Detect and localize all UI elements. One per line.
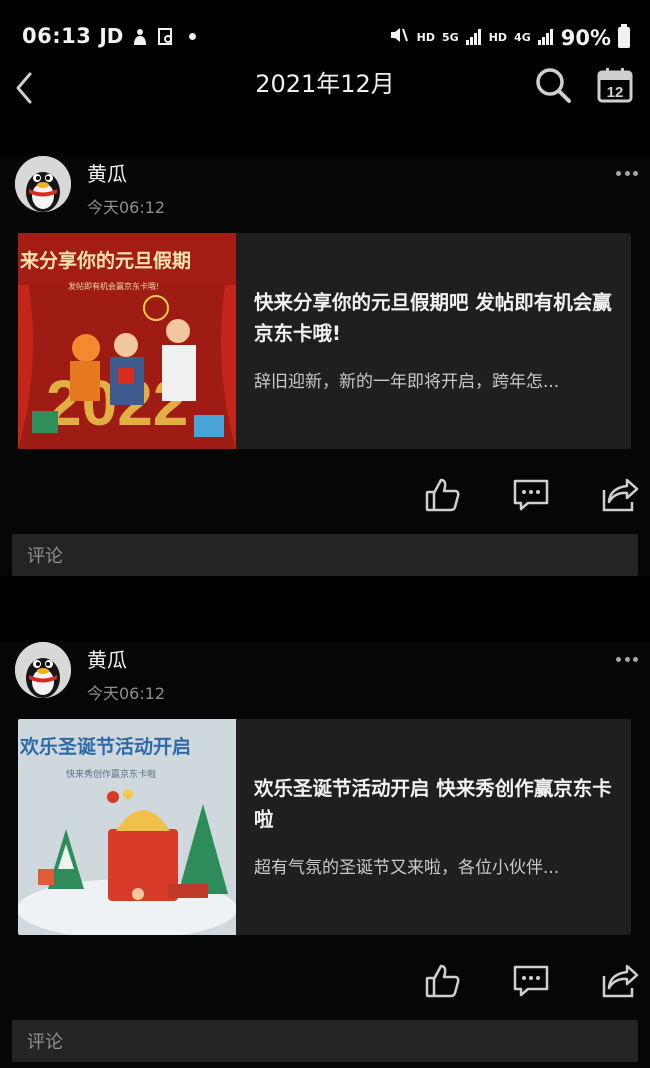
thumb-subheading: 发帖即有机会赢京东卡哦! [68,281,159,291]
avatar[interactable] [15,156,71,212]
christmas-poster-image: 欢乐圣诞节活动开启 快来秀创作赢京东卡啦 [18,719,236,935]
author-name[interactable]: 黄瓜 [87,158,127,187]
like-button[interactable] [424,476,462,514]
battery-icon [618,24,630,48]
more-dot-icon [616,170,621,176]
comment-bubble-icon [513,479,549,511]
thumb-heading: 来分享你的元旦假期 [20,249,191,272]
link-title: 欢乐圣诞节活动开启 快来秀创作赢京东卡啦 [254,777,612,831]
status-time: 06:13 [22,24,92,48]
author-name[interactable]: 黄瓜 [87,644,127,673]
link-thumbnail: 欢乐圣诞节活动开启 快来秀创作赢京东卡啦 [18,719,236,935]
avatar[interactable] [15,642,71,698]
feed-post: 黄瓜 今天06:12 欢乐圣诞节活动开启 快来秀创作赢京东卡啦 欢乐圣诞节活动开… [0,642,650,1068]
post-actions [0,476,650,516]
calendar-day-label: 12 [607,84,624,101]
share-icon [602,964,639,998]
comment-bubble-icon [513,965,549,997]
link-thumbnail: 来分享你的元旦假期 发帖即有机会赢京东卡哦! 2022 [18,233,236,449]
vibrate-mute-icon [388,24,410,51]
post-actions [0,962,650,1002]
top-app-bar: 2021年12月 12 [0,56,650,116]
calendar-button[interactable]: 12 [594,64,636,106]
new-year-poster-image: 来分享你的元旦假期 发帖即有机会赢京东卡哦! 2022 [18,233,236,449]
qq-penguin-icon [15,156,71,212]
feed-post: 黄瓜 今天06:12 来分享你的元旦假期 发帖即有机会赢京东卡哦! 2022 [0,156,650,576]
status-bar: 06:13 JD HD 5G HD 4G 90% [0,0,650,56]
search-button[interactable] [532,64,574,106]
post-author-row: 黄瓜 今天06:12 [0,156,650,226]
comment-placeholder: 评论 [27,1032,63,1053]
comment-placeholder: 评论 [27,546,63,567]
link-description: 超有气氛的圣诞节又来啦，各位小伙伴... [254,858,560,878]
more-options-button[interactable] [616,654,638,664]
link-title: 快来分享你的元旦假期吧 发帖即有机会赢京东卡哦! [254,291,612,345]
thumb-subheading: 快来秀创作赢京东卡啦 [66,768,156,780]
notification-dot-icon [189,32,197,40]
comment-button[interactable] [512,962,550,1000]
share-button[interactable] [601,476,639,514]
more-dot-icon [624,170,630,176]
comment-input[interactable]: 评论 [12,534,638,576]
link-description: 辞旧迎新，新的一年即将开启，跨年怎... [254,372,560,392]
thumbs-up-icon [425,478,460,512]
comment-input[interactable]: 评论 [12,1020,638,1062]
link-preview-card[interactable]: 欢乐圣诞节活动开启 快来秀创作赢京东卡啦 欢乐圣诞节活动开启 快来秀创作赢京东卡… [18,719,631,935]
more-dot-icon [633,170,638,176]
link-preview-card[interactable]: 来分享你的元旦假期 发帖即有机会赢京东卡哦! 2022 快来分享你的元旦假期吧 … [18,233,631,449]
signal-5g-icon [465,26,482,50]
post-time: 今天06:12 [87,684,166,703]
share-button[interactable] [601,962,639,1000]
more-dot-icon [616,656,621,662]
comment-button[interactable] [512,476,550,514]
calendar-icon: 12 [597,68,633,103]
search-icon [536,68,571,103]
screenshot-icon [157,27,175,45]
hd-indicator-2: HD [488,31,508,44]
hd-indicator-1: HD [416,31,436,44]
post-divider [0,576,650,620]
jd-app-label: JD [99,24,124,48]
post-author-row: 黄瓜 今天06:12 [0,642,650,712]
thumbs-up-icon [425,964,460,998]
battery-percent: 90% [560,25,611,50]
qq-penguin-icon [15,642,71,698]
status-left: 06:13 JD [22,24,197,48]
more-dot-icon [633,656,638,662]
more-dot-icon [624,656,630,662]
like-button[interactable] [424,962,462,1000]
share-icon [602,478,639,512]
status-right: HD 5G HD 4G 90% [388,24,630,51]
network-5g-label: 5G [442,31,459,44]
post-time: 今天06:12 [87,198,166,217]
thumb-heading: 欢乐圣诞节活动开启 [19,735,191,758]
more-options-button[interactable] [616,168,638,178]
network-4g-label: 4G [514,31,531,44]
notification-app-icon [131,27,149,45]
signal-4g-icon [537,26,554,50]
